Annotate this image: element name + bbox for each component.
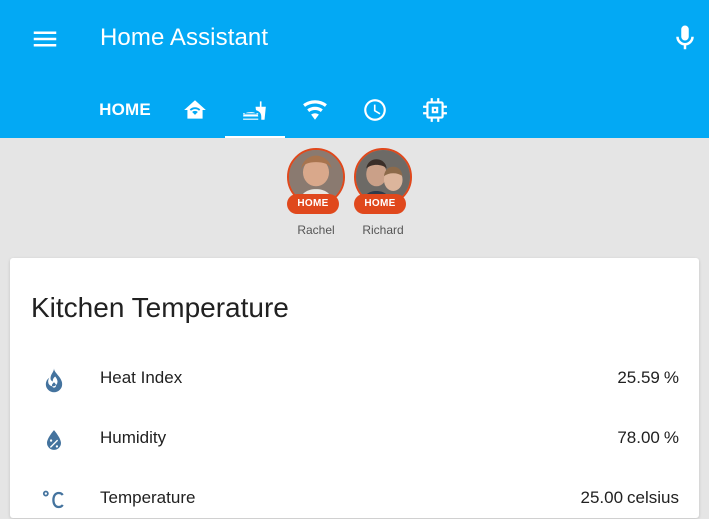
person-name: Rachel [297,223,335,237]
status-badge: HOME [354,194,406,214]
tab-home[interactable]: HOME [80,82,170,138]
entity-row-temperature[interactable]: Temperature 25.00 celsius [10,478,699,518]
water-percent-icon [40,426,68,454]
tab-wifi[interactable] [290,82,340,138]
entity-value: 78.00% [617,428,679,447]
entity-row-humidity[interactable]: Humidity 78.00% [10,418,699,458]
app-toolbar: Home Assistant HOME [0,0,709,138]
temperature-celsius-icon [40,486,68,514]
food-drink-icon [243,101,266,120]
tab-clock[interactable] [350,82,400,138]
person-name: Richard [362,223,404,237]
entity-name: Heat Index [100,368,183,387]
wifi-icon [303,100,327,120]
microphone-icon[interactable] [670,22,700,54]
entity-value: 25.59% [617,368,679,387]
entity-value: 25.00 celsius [580,488,679,507]
card-title: Kitchen Temperature [31,292,289,323]
entity-name: Humidity [100,428,167,447]
tab-food-drink[interactable] [225,82,285,138]
tab-home-wifi[interactable] [170,82,220,138]
home-wifi-icon [184,100,206,119]
menu-icon[interactable] [30,24,60,54]
chip-icon [423,98,447,122]
clock-icon [364,99,386,121]
entity-row-heat-index[interactable]: Heat Index 25.59% [10,358,699,398]
status-badge: HOME [287,194,339,214]
app-title: Home Assistant [100,24,269,51]
fire-icon [40,366,68,394]
sensor-card: Kitchen Temperature Heat Index 25.59% Hu… [10,258,699,518]
tab-chip[interactable] [410,82,460,138]
entity-name: Temperature [100,488,196,507]
